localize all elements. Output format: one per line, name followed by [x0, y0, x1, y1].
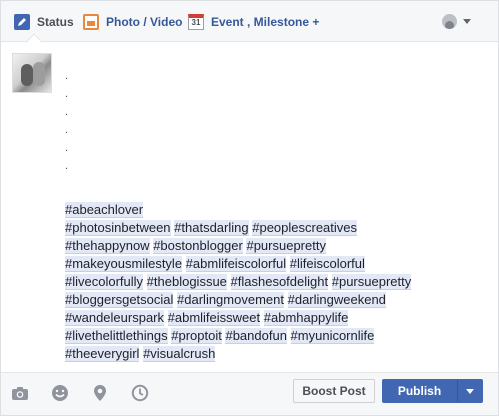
- hashtag[interactable]: #pursuepretty: [331, 274, 412, 290]
- smiley-icon[interactable]: [51, 384, 69, 402]
- hashtag[interactable]: #photosinbetween: [65, 220, 171, 236]
- dot-line: .: [65, 124, 69, 136]
- tab-status-label: Status: [37, 14, 74, 29]
- hashtag-line: #livethelittlethings #proptoit #bandofun…: [65, 327, 485, 345]
- hashtag[interactable]: #abmlifeissweet: [167, 310, 261, 326]
- hashtag-line: #wandeleurspark #abmlifeissweet #abmhapp…: [65, 309, 485, 327]
- hashtag-line: #bloggersgetsocial #darlingmovement #dar…: [65, 291, 485, 309]
- camera-icon[interactable]: [11, 384, 29, 402]
- hashtag[interactable]: #proptoit: [171, 328, 222, 344]
- calendar-icon: 31: [188, 13, 204, 30]
- chevron-down-icon: [463, 18, 471, 24]
- photo-icon: [83, 13, 99, 30]
- hashtag[interactable]: #darlingmovement: [177, 292, 284, 308]
- hashtag[interactable]: #bandofun: [225, 328, 287, 344]
- dot-line: .: [65, 88, 69, 100]
- hashtag[interactable]: #bostonblogger: [153, 238, 243, 254]
- hashtag-line: #livecolorfully #theblogissue #flashesof…: [65, 273, 485, 291]
- hashtag[interactable]: #bloggersgetsocial: [65, 292, 174, 308]
- hashtag[interactable]: #livethelittlethings: [65, 328, 168, 344]
- hashtag-line: #theeverygirl #visualcrush: [65, 345, 485, 363]
- hashtag-block: #abeachlover #photosinbetween #thatsdarli…: [65, 201, 485, 363]
- hashtag-line: #thehappynow #bostonblogger #pursueprett…: [65, 237, 485, 255]
- avatar: [12, 53, 52, 93]
- hashtag-line: #abeachlover: [65, 201, 485, 219]
- location-pin-icon[interactable]: [91, 384, 109, 402]
- tab-event-milestone-label: Event , Milestone +: [211, 14, 320, 29]
- post-text-area[interactable]: ...... #abeachlover #photosinbetween #tha…: [65, 67, 485, 363]
- tab-event-milestone[interactable]: 31 Event , Milestone +: [188, 1, 319, 42]
- post-composer: Status Photo / Video 31 Event , Mileston…: [0, 0, 499, 416]
- hashtag[interactable]: #wandeleurspark: [65, 310, 165, 326]
- tab-status[interactable]: Status: [14, 1, 74, 42]
- hashtag[interactable]: #darlingweekend: [287, 292, 386, 308]
- hashtag[interactable]: #peoplescreatives: [252, 220, 358, 236]
- hashtag[interactable]: #myunicornlife: [290, 328, 375, 344]
- tab-photo-video-label: Photo / Video: [106, 14, 183, 29]
- hashtag[interactable]: #makeyousmilestyle: [65, 256, 183, 272]
- publish-button[interactable]: Publish: [382, 379, 457, 403]
- dot-line: .: [65, 160, 69, 172]
- clock-icon[interactable]: [131, 384, 149, 402]
- hashtag[interactable]: #theblogissue: [146, 274, 227, 290]
- publish-options-dropdown[interactable]: [457, 379, 483, 403]
- dot-line: .: [65, 142, 69, 154]
- hashtag[interactable]: #lifeiscolorful: [289, 256, 365, 272]
- hashtag[interactable]: #abeachlover: [65, 202, 144, 218]
- hashtag[interactable]: #visualcrush: [143, 346, 216, 362]
- tab-photo-video[interactable]: Photo / Video: [83, 1, 182, 42]
- hashtag-line: #photosinbetween #thatsdarling #peoplesc…: [65, 219, 485, 237]
- hashtag[interactable]: #theeverygirl: [65, 346, 140, 362]
- pencil-icon: [14, 13, 30, 30]
- dot-lines: ......: [65, 67, 485, 175]
- boost-post-button[interactable]: Boost Post: [293, 379, 375, 403]
- hashtag[interactable]: #flashesofdelight: [230, 274, 329, 290]
- hashtag-line: #makeyousmilestyle #abmlifeiscolorful #l…: [65, 255, 485, 273]
- hashtag[interactable]: #thatsdarling: [174, 220, 249, 236]
- composer-tab-bar: Status Photo / Video 31 Event , Mileston…: [1, 1, 498, 42]
- privacy-selector[interactable]: [442, 11, 474, 31]
- hashtag[interactable]: #abmhappylife: [263, 310, 349, 326]
- hashtag[interactable]: #livecolorfully: [65, 274, 144, 290]
- audience-avatar-icon: [442, 13, 457, 29]
- composer-footer: Boost Post Publish: [1, 372, 498, 415]
- dot-line: .: [65, 106, 69, 118]
- hashtag[interactable]: #abmlifeiscolorful: [185, 256, 287, 272]
- hashtag[interactable]: #thehappynow: [65, 238, 150, 254]
- dot-line: .: [65, 70, 69, 82]
- hashtag[interactable]: #pursuepretty: [246, 238, 326, 254]
